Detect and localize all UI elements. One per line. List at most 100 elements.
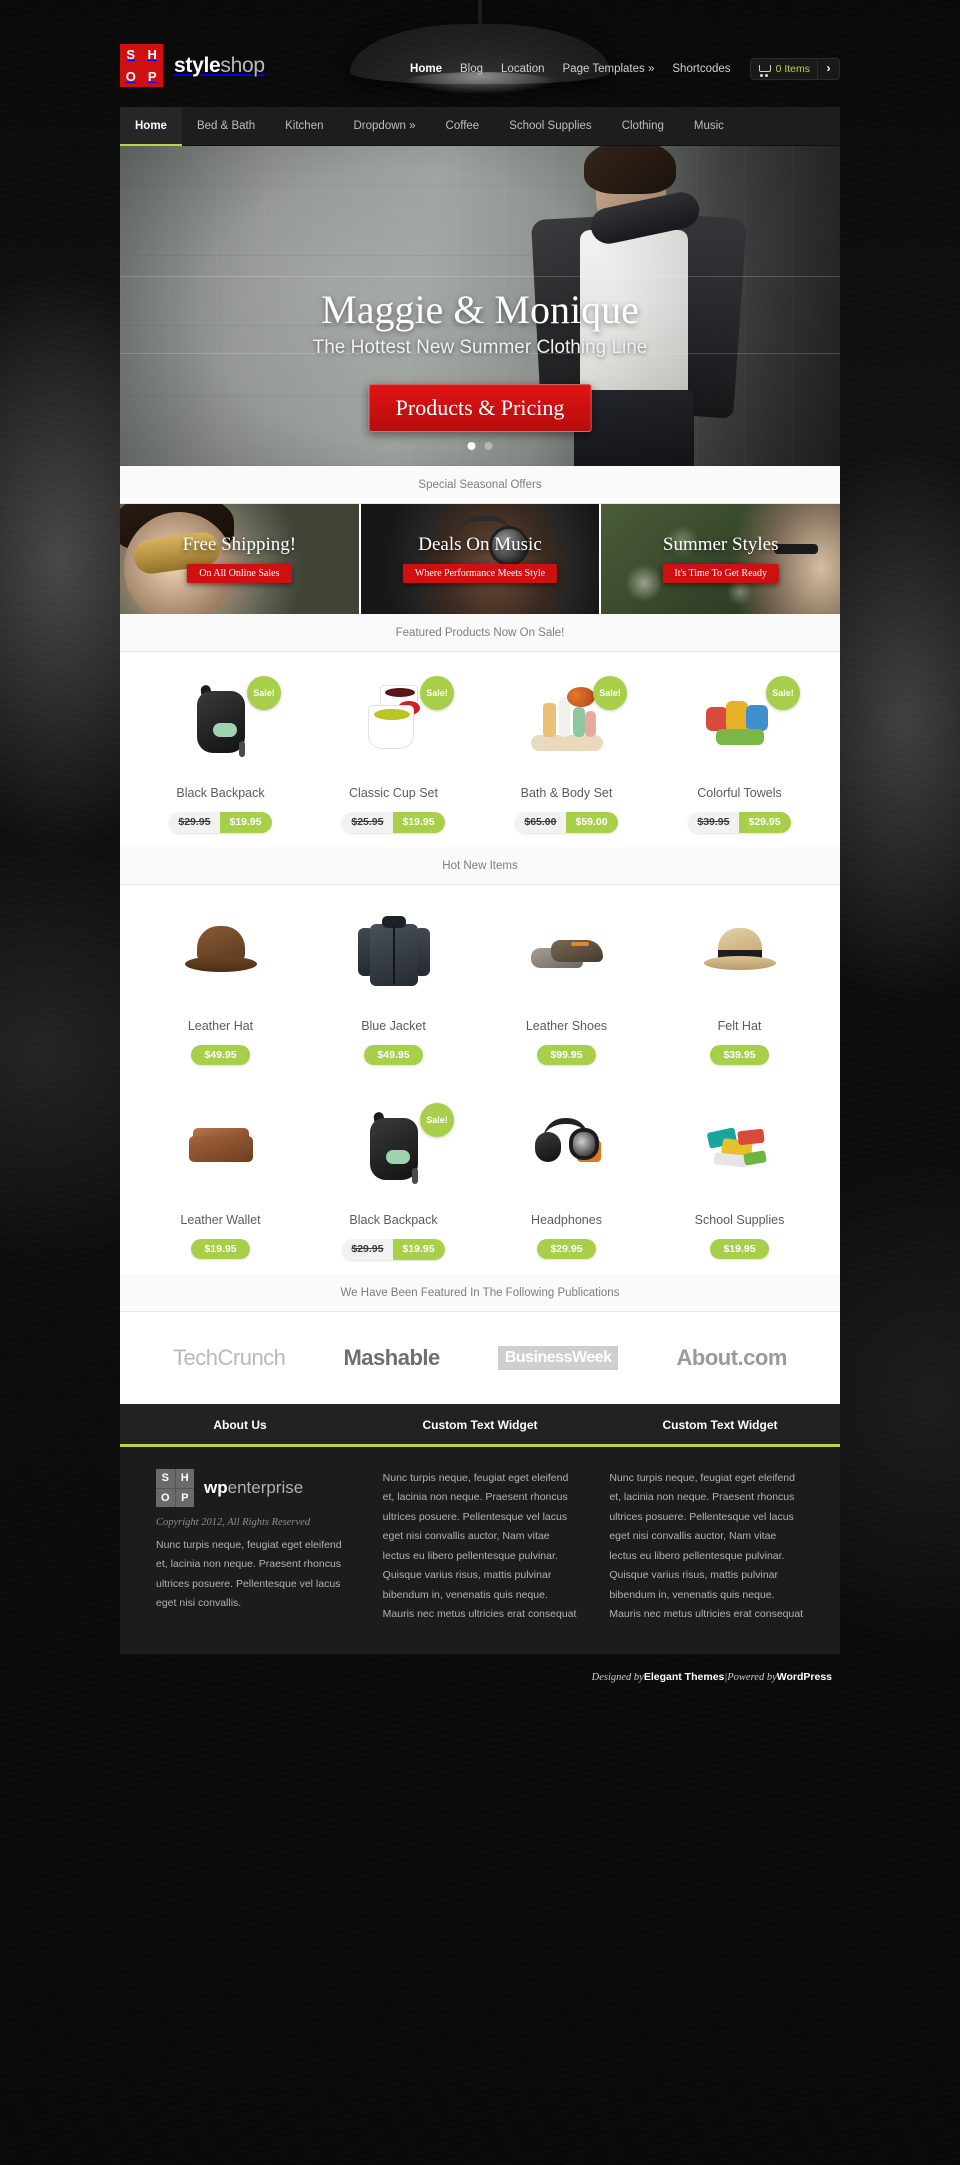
product-price: $49.95 <box>364 1045 423 1065</box>
product-price: $29.95 <box>537 1239 596 1259</box>
hero-subtitle: The Hottest New Summer Clothing Line <box>312 337 648 358</box>
product-name: Black Backpack <box>349 1213 438 1227</box>
credit-platform-link[interactable]: WordPress <box>777 1671 832 1683</box>
footer-logo-letter-p: P <box>175 1488 194 1507</box>
logo-techcrunch: TechCrunch <box>173 1345 286 1370</box>
product-card[interactable]: School Supplies $19.95 <box>653 1101 826 1260</box>
site-logo[interactable]: S H O P styleshop <box>120 44 265 87</box>
product-card[interactable]: Sale! Classic Cup Set $25.95 $19.95 <box>307 674 480 833</box>
hero-title: Maggie & Monique <box>321 287 639 332</box>
product-card[interactable]: Sale! Colorful Towels $39.95 $29.95 <box>653 674 826 833</box>
product-card[interactable]: Leather Shoes $99.95 <box>480 907 653 1065</box>
product-price-sale: $59.00 <box>565 812 618 833</box>
offer-banner-button[interactable]: On All Online Sales <box>187 564 292 583</box>
logo-about-com: About.com <box>676 1345 788 1370</box>
topnav-item-page-templates[interactable]: Page Templates » <box>554 63 664 75</box>
subnav-item-coffee[interactable]: Coffee <box>431 107 495 145</box>
subnav-item-bed-and-bath[interactable]: Bed & Bath <box>182 107 270 145</box>
subnav-item-home[interactable]: Home <box>120 107 182 146</box>
product-price-old: $39.95 <box>688 812 739 833</box>
product-card[interactable]: Felt Hat $39.95 <box>653 907 826 1065</box>
product-name: Felt Hat <box>717 1019 762 1033</box>
product-thumbnail <box>142 907 299 1003</box>
hero-slider[interactable]: Maggie & Monique The Hottest New Summer … <box>120 146 840 466</box>
product-card[interactable]: Sale! Bath & Body Set $65.00 $59.00 <box>480 674 653 833</box>
product-price: $39.95 $29.95 <box>688 812 791 833</box>
subnav-item-dropdown[interactable]: Dropdown » <box>339 107 431 145</box>
product-thumbnail <box>488 907 645 1003</box>
hero-pagination-dot-2[interactable] <box>484 442 493 450</box>
product-name: Classic Cup Set <box>349 786 438 800</box>
logo-letter-s: S <box>126 47 136 62</box>
product-card[interactable]: Headphones $29.95 <box>480 1101 653 1260</box>
felt-hat-icon <box>698 912 782 998</box>
subnav-item-music[interactable]: Music <box>679 107 739 145</box>
offer-banner-button[interactable]: It's Time To Get Ready <box>662 564 779 583</box>
footer-heading-custom-text-widget-1: Custom Text Widget <box>422 1418 538 1432</box>
credit-designer-link[interactable]: Elegant Themes <box>644 1671 725 1683</box>
product-name: Bath & Body Set <box>520 786 613 800</box>
offers-section-title: Special Seasonal Offers <box>120 466 840 504</box>
product-name: Colorful Towels <box>697 786 782 800</box>
hot-items-section-title: Hot New Items <box>120 847 840 885</box>
cart-widget[interactable]: 0 Items › <box>749 58 840 80</box>
product-name: Leather Wallet <box>180 1213 261 1227</box>
topnav-item-blog[interactable]: Blog <box>451 63 492 75</box>
logo-mark: S H O P <box>120 44 163 87</box>
product-price: $25.95 $19.95 <box>342 812 445 833</box>
footer-widget-text: Nunc turpis neque, feugiat eget eleifend… <box>382 1472 577 1620</box>
footer-logo-letter-o: O <box>156 1488 175 1507</box>
offer-banner-deals-on-music[interactable]: Deals On Music Where Performance Meets S… <box>358 504 600 614</box>
product-price: $99.95 <box>537 1045 596 1065</box>
hero-cta-button[interactable]: Products & Pricing <box>368 384 592 432</box>
footer-logo[interactable]: S H O P wpenterprise <box>156 1469 351 1507</box>
footer-heading-custom-text-widget-2: Custom Text Widget <box>662 1418 778 1432</box>
offer-banner-title: Deals On Music <box>418 534 542 555</box>
logo-businessweek: BusinessWeek <box>497 1346 619 1370</box>
featured-section: Featured Products Now On Sale! Sale! Bla… <box>120 614 840 847</box>
featured-panel: Sale! Black Backpack $29.95 $19.95 Sale! <box>120 652 840 847</box>
product-card[interactable]: Leather Wallet $19.95 <box>134 1101 307 1260</box>
product-price: $19.95 <box>710 1239 769 1259</box>
sale-badge: Sale! <box>420 676 454 710</box>
subnav-item-clothing[interactable]: Clothing <box>607 107 679 145</box>
site-footer: About Us Custom Text Widget Custom Text … <box>120 1404 840 1655</box>
blue-jacket-icon <box>352 912 436 998</box>
logo-mashable: Mashable <box>343 1345 440 1370</box>
hero-copy: Maggie & Monique The Hottest New Summer … <box>120 289 840 359</box>
product-card[interactable]: Sale! Black Backpack $29.95 $19.95 <box>307 1101 480 1260</box>
topnav-item-home[interactable]: Home <box>401 63 451 75</box>
product-card[interactable]: Blue Jacket $49.95 <box>307 907 480 1065</box>
offer-banner-summer-styles[interactable]: Summer Styles It's Time To Get Ready <box>599 504 841 614</box>
hot-items-section: Hot New Items Leather Hat $49.95 Blue Ja… <box>120 847 840 1274</box>
site-header: S H O P styleshop Home Blog Location Pag… <box>120 0 840 107</box>
product-price: $29.95 $19.95 <box>169 812 272 833</box>
offer-banner-button[interactable]: Where Performance Meets Style <box>402 564 558 583</box>
topnav-item-location[interactable]: Location <box>492 63 553 75</box>
logo-wordmark: styleshop <box>174 54 265 78</box>
product-card[interactable]: Leather Hat $49.95 <box>134 907 307 1065</box>
leather-hat-icon <box>179 912 263 998</box>
subnav-item-kitchen[interactable]: Kitchen <box>270 107 338 145</box>
cart-chevron-right-icon[interactable]: › <box>817 58 839 80</box>
subnav-item-school-supplies[interactable]: School Supplies <box>494 107 606 145</box>
hero-pagination-dot-1[interactable] <box>467 442 476 450</box>
topnav-item-shortcodes[interactable]: Shortcodes <box>663 63 739 75</box>
footer-column-about: S H O P wpenterprise Copyright 2012, All… <box>140 1469 367 1624</box>
publications-section: We Have Been Featured In The Following P… <box>120 1274 840 1404</box>
product-price-old: $29.95 <box>342 1239 393 1260</box>
secondary-navigation-wrap: Home Bed & Bath Kitchen Dropdown » Coffe… <box>120 107 840 146</box>
offer-banner-free-shipping[interactable]: Free Shipping! On All Online Sales <box>120 504 359 614</box>
product-name: Blue Jacket <box>361 1019 426 1033</box>
product-price: $49.95 <box>191 1045 250 1065</box>
publications-panel: TechCrunch Mashable BusinessWeek About.c… <box>120 1312 840 1404</box>
product-card[interactable]: Sale! Black Backpack $29.95 $19.95 <box>134 674 307 833</box>
logo-letter-o: O <box>125 68 136 84</box>
primary-navigation: Home Blog Location Page Templates » Shor… <box>401 58 840 80</box>
featured-product-grid: Sale! Black Backpack $29.95 $19.95 Sale! <box>120 652 840 847</box>
product-thumbnail: Sale! <box>142 674 299 770</box>
product-price-sale: $29.95 <box>738 812 791 833</box>
hot-items-row-2: Leather Wallet $19.95 Sale! Black Backpa… <box>120 1079 840 1274</box>
hot-items-panel: Leather Hat $49.95 Blue Jacket $49.95 Le… <box>120 885 840 1274</box>
site-column: S H O P styleshop Home Blog Location Pag… <box>120 0 841 2165</box>
